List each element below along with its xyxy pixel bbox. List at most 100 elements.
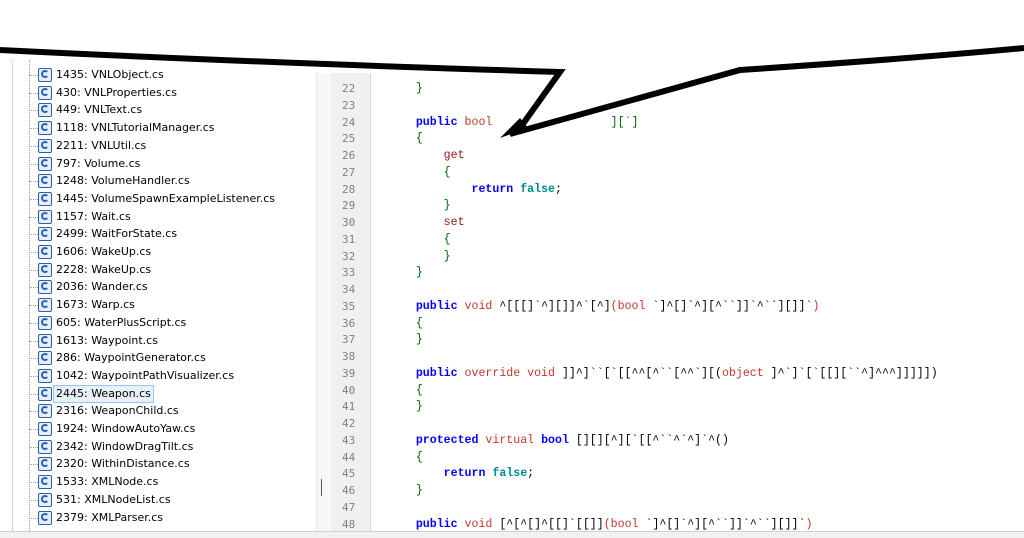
line-number: 23 <box>342 98 356 112</box>
line-number: 36 <box>342 316 356 330</box>
code-token: set <box>388 216 465 229</box>
code-line[interactable]: protected virtual bool [][][^][`[[^``^`^… <box>388 433 729 449</box>
csharp-file-icon <box>38 156 52 171</box>
csharp-file-icon <box>38 422 52 436</box>
tree-item[interactable]: 2342: WindowDragTilt.cs <box>0 438 331 456</box>
tree-item[interactable]: 2036: Wander.cs <box>0 278 331 296</box>
tree-connector <box>29 252 38 253</box>
code-token: { <box>388 232 451 246</box>
code-line[interactable]: public bool ][`] <box>388 115 639 131</box>
tree-connector <box>29 464 38 466</box>
csharp-file-icon <box>38 368 52 383</box>
code-token: false <box>520 182 555 196</box>
tree-item[interactable]: 430: VNLProperties.cs <box>0 84 331 102</box>
tree-connector <box>29 234 38 236</box>
tree-item[interactable]: 1118: VNLTutorialManager.cs <box>0 119 331 137</box>
code-token: `]^[]`^][^``]]`^``][]]` <box>645 517 806 531</box>
tree-item-label: 2342: WindowDragTilt.cs <box>56 439 194 453</box>
code-token: } <box>388 82 423 95</box>
code-token: get <box>388 149 465 162</box>
file-tree-panel: 1435: VNLObject.cs 430: VNLProperties.cs 4… <box>0 60 331 537</box>
csharp-file-icon <box>38 68 52 82</box>
tree-item[interactable]: 531: XMLNodeList.cs <box>0 491 331 509</box>
tree-item[interactable]: 2445: Weapon.cs <box>0 384 331 403</box>
tree-item[interactable]: 449: VNLText.cs <box>0 101 331 119</box>
code-line[interactable]: { <box>388 165 451 181</box>
code-line[interactable]: } <box>388 483 423 499</box>
csharp-file-icon <box>38 351 52 366</box>
tree-item[interactable]: 2228: WakeUp.cs <box>0 261 331 279</box>
code-token: } <box>388 333 423 347</box>
code-line[interactable]: return false; <box>388 182 561 198</box>
tree-item[interactable]: 1157: Wait.cs <box>0 208 331 226</box>
code-line[interactable]: return false; <box>388 466 534 482</box>
tree-item-label: 1435: VNLObject.cs <box>56 68 164 81</box>
tree-item[interactable]: 797: Volume.cs <box>0 155 331 173</box>
tree-item[interactable]: 2316: WeaponChild.cs <box>0 402 331 420</box>
tree-connector <box>29 305 38 307</box>
code-line[interactable]: { <box>388 316 423 332</box>
code-token: return <box>388 467 493 481</box>
code-token: { <box>388 383 423 397</box>
code-token: { <box>388 165 451 179</box>
tree-item[interactable]: 1673: Warp.cs <box>0 296 331 314</box>
tree-item-label: 430: VNLProperties.cs <box>56 85 177 99</box>
tree-item[interactable]: 1445: VolumeSpawnExampleListener.cs <box>0 190 331 208</box>
line-number: 28 <box>342 182 356 196</box>
code-token: ) <box>812 299 820 313</box>
code-line[interactable]: } <box>388 249 451 265</box>
code-token: bool <box>464 115 493 129</box>
tree-item[interactable]: 605: WaterPlusScript.cs <box>0 314 331 332</box>
tree-item[interactable]: 1606: WakeUp.cs <box>0 243 331 261</box>
code-line[interactable]: } <box>388 198 451 214</box>
tree-connector <box>29 517 38 519</box>
tree-item-label: 1613: Waypoint.cs <box>56 333 158 347</box>
tree-item[interactable]: 2320: WithinDistance.cs <box>0 455 331 473</box>
code-line[interactable]: } <box>388 265 423 281</box>
tree-connector <box>29 446 38 448</box>
tree-connector <box>29 393 38 395</box>
tree-connector <box>29 92 38 94</box>
csharp-file-icon <box>38 280 52 295</box>
code-line[interactable]: { <box>388 232 451 248</box>
tree-item-label: 2228: WakeUp.cs <box>56 262 152 276</box>
tree-item-label: 531: XMLNodeList.cs <box>56 492 171 506</box>
tree-item[interactable]: 286: WaypointGenerator.cs <box>0 349 331 367</box>
tree-item[interactable]: 1435: VNLObject.cs <box>0 66 331 84</box>
csharp-file-icon <box>38 174 52 189</box>
code-line[interactable]: public override void ]]^]``[`[[^^[^``[^^… <box>388 366 938 382</box>
code-token: `]^[]`^][^``]]`^``][]]` <box>652 299 813 313</box>
vertical-scrollbar[interactable] <box>316 73 332 537</box>
tree-item[interactable]: 2211: VNLUtil.cs <box>0 137 331 155</box>
code-line[interactable]: public void ^[[[]`^][]]^`[^](bool `]^[]`… <box>388 299 820 315</box>
code-line[interactable]: set <box>388 215 465 231</box>
tree-item-label: 2379: XMLParser.cs <box>56 510 164 524</box>
code-line[interactable]: } <box>388 399 423 415</box>
tree-connector <box>29 358 38 360</box>
tree-item[interactable]: 1042: WaypointPathVisualizer.cs <box>0 367 331 385</box>
csharp-file-icon <box>38 315 52 330</box>
line-number: 41 <box>342 400 356 414</box>
tree-connector <box>29 198 38 200</box>
code-line[interactable]: } <box>388 332 423 348</box>
tree-connector <box>29 163 38 165</box>
tree-item[interactable]: 1613: Waypoint.cs <box>0 332 331 350</box>
line-number: 38 <box>342 350 356 363</box>
line-number: 47 <box>342 500 356 514</box>
code-line[interactable]: } <box>388 81 423 97</box>
code-line[interactable]: { <box>388 131 423 147</box>
tree-item[interactable]: 2499: WaitForState.cs <box>0 225 331 243</box>
code-token: ) <box>805 517 813 531</box>
code-token: object <box>721 366 771 380</box>
code-line[interactable]: { <box>388 450 423 466</box>
code-line[interactable]: get <box>388 148 465 164</box>
tree-item[interactable]: 1924: WindowAutoYaw.cs <box>0 420 331 438</box>
csharp-file-icon <box>38 386 52 401</box>
scrollbar-thumb[interactable] <box>321 479 322 496</box>
tree-item[interactable]: 2379: XMLParser.cs <box>0 509 331 527</box>
tree-item[interactable]: 1248: VolumeHandler.cs <box>0 172 331 190</box>
code-line[interactable]: { <box>388 383 423 399</box>
line-number: 25 <box>342 132 356 146</box>
tree-item[interactable]: 1533: XMLNode.cs <box>0 473 331 491</box>
code-token: } <box>388 199 451 213</box>
